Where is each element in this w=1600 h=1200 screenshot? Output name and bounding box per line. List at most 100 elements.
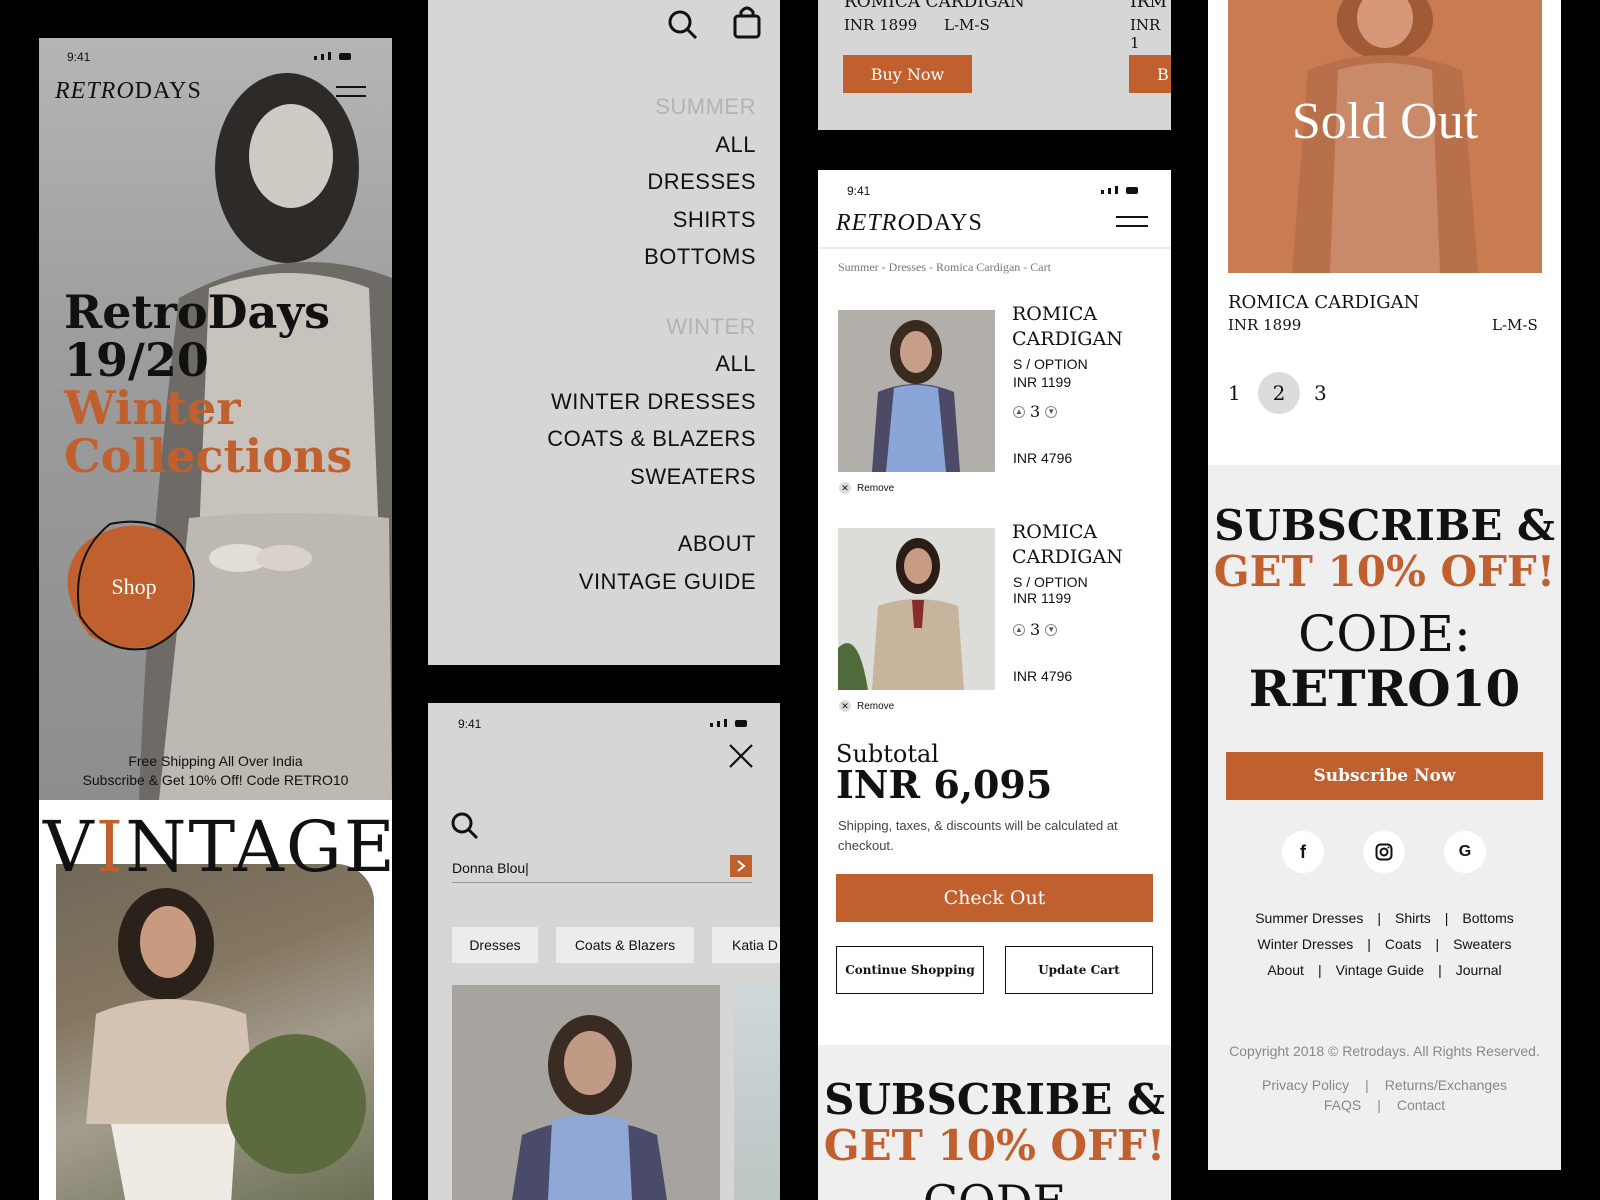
footer-link-coats[interactable]: Coats [1385,931,1422,957]
status-icons [710,719,747,727]
page-3-button[interactable]: 3 [1314,381,1327,405]
menu-item-about[interactable]: ABOUT [547,525,756,563]
brand-logo[interactable]: RETRODAYS [836,210,983,237]
search-result-photo[interactable] [452,985,720,1200]
footer-link-about[interactable]: About [1267,957,1304,983]
chip-dresses[interactable]: Dresses [452,927,538,963]
product-name-2: IRM [1130,0,1167,12]
buy-now-button[interactable]: Buy Now [843,55,972,93]
product-name: ROMICA CARDIGAN [844,0,1025,12]
footer-link-shirts[interactable]: Shirts [1395,905,1431,931]
search-input[interactable]: Donna Blou| [452,851,752,883]
footer-link-vintage-guide[interactable]: Vintage Guide [1336,957,1424,983]
header-divider [818,247,1171,249]
footer-link-bottoms[interactable]: Bottoms [1462,905,1513,931]
cart-item-photo[interactable] [838,528,995,690]
hamburger-menu-icon[interactable] [1116,216,1148,227]
footer-link-winter-dresses[interactable]: Winter Dresses [1258,931,1354,957]
brand-logo[interactable]: RETRODAYS [55,78,202,105]
cart-item-photo[interactable] [838,310,995,472]
subtotal-value: INR 6,095 [836,762,1053,807]
product-price-2: INR 1 [1130,16,1161,52]
shop-button[interactable]: Shop [65,516,203,656]
menu-item-bottoms[interactable]: BOTTOMS [547,238,756,276]
remove-button[interactable]: ✕ Remove [839,700,894,712]
footer-link-journal[interactable]: Journal [1456,957,1502,983]
google-icon[interactable]: G [1444,831,1486,873]
subscribe-section: SUBSCRIBE & GET 10% OFF! CODE: RETRO10 S… [1208,465,1561,1170]
menu-item-winter-dresses[interactable]: WINTER DRESSES [547,383,756,421]
cart-item-title: ROMICA CARDIGAN [1012,521,1123,568]
promo-code-label: CODE: [1298,605,1471,663]
subscribe-heading: SUBSCRIBE & [824,1075,1165,1124]
instagram-icon[interactable] [1363,831,1405,873]
cart-item-option: S / OPTION [1013,356,1088,372]
chevron-down-icon[interactable]: ▼ [1045,623,1058,636]
bag-icon[interactable] [732,4,762,45]
cart-item-option: S / OPTION [1013,574,1088,590]
menu-item-vintage-guide[interactable]: VINTAGE GUIDE [547,563,756,601]
promo-banner: Free Shipping All Over India Subscribe &… [82,753,349,788]
product-sizes: L-M-S [1492,316,1538,334]
sold-out-product-photo[interactable]: Sold Out [1228,0,1542,273]
faqs-link[interactable]: FAQS [1324,1095,1361,1115]
legal-links: Privacy Policy | Returns/Exchanges FAQS | … [1262,1075,1507,1115]
listing-screen: ROMICA CARDIGAN INR 1899 L-M-S IRM INR 1… [818,0,1171,130]
facebook-icon[interactable]: f [1282,831,1324,873]
footer-link-summer-dresses[interactable]: Summer Dresses [1255,905,1363,931]
menu-item-coats-blazers[interactable]: COATS & BLAZERS [547,420,756,458]
chip-coats-blazers[interactable]: Coats & Blazers [556,927,694,963]
cart-item-total: INR 4796 [1013,450,1073,466]
subscribe-section: SUBSCRIBE & GET 10% OFF! CODE [818,1045,1171,1200]
hamburger-menu-icon[interactable] [336,86,366,97]
chevron-up-icon[interactable]: ▲ [1013,623,1025,636]
contact-link[interactable]: Contact [1397,1095,1445,1115]
home-screen: 9:41 RETRODAYS RetroDays 19/20 Winter Co… [39,38,392,1200]
pagination: 1 2 3 [1228,372,1327,414]
subscribe-button[interactable]: Subscribe Now [1226,752,1543,800]
cart-item-price: INR 1199 [1013,590,1072,606]
footer-links: Summer Dresses | Shirts | Bottoms Winter D… [1208,905,1561,983]
cart-screen: 9:41 RETRODAYS Summer - Dresses - Romica… [818,170,1171,1200]
page-2-button[interactable]: 2 [1258,372,1300,414]
cart-item-title: ROMICA CARDIGAN [1012,303,1123,350]
menu-heading-summer: SUMMER [655,94,756,119]
remove-button[interactable]: ✕ Remove [839,482,894,494]
returns-link[interactable]: Returns/Exchanges [1385,1075,1507,1095]
promo-code: RETRO10 [1248,659,1521,718]
chip-katia[interactable]: Katia D [712,927,780,963]
copyright: Copyright 2018 © Retrodays. All Rights R… [1229,1043,1540,1059]
quantity-stepper[interactable]: ▲ 3 ▼ [1013,402,1058,421]
subscribe-heading: SUBSCRIBE & [1214,501,1555,550]
menu-item-shirts[interactable]: SHIRTS [547,201,756,239]
checkout-button[interactable]: Check Out [836,874,1153,922]
vintage-photo [56,864,374,1200]
footer-link-sweaters[interactable]: Sweaters [1453,931,1511,957]
product-list-screen: Sold Out ROMICA CARDIGAN INR 1899 L-M-S … [1208,0,1561,1170]
search-result-photo-2[interactable] [734,985,780,1200]
menu-item-sweaters[interactable]: SWEATERS [547,458,756,496]
sold-out-label: Sold Out [1291,93,1479,150]
chevron-up-icon[interactable]: ▲ [1013,405,1025,418]
cart-item-total: INR 4796 [1013,668,1073,684]
menu-heading-winter: WINTER [666,313,756,339]
menu-item-dresses[interactable]: DRESSES [547,163,756,201]
chevron-down-icon[interactable]: ▼ [1045,405,1058,418]
page-1-button[interactable]: 1 [1228,381,1258,405]
menu-list: SUMMER ALL DRESSES SHIRTS BOTTOMS WINTER… [547,88,756,600]
quantity-stepper[interactable]: ▲ 3 ▼ [1013,620,1058,639]
continue-shopping-button[interactable]: Continue Shopping [836,946,984,994]
search-submit-button[interactable] [730,855,752,877]
privacy-policy-link[interactable]: Privacy Policy [1262,1075,1349,1095]
search-icon[interactable] [666,8,700,47]
buy-now-button-2[interactable]: B [1129,55,1171,93]
checkout-note: Shipping, taxes, & discounts will be cal… [838,818,1118,853]
status-time: 9:41 [847,184,871,198]
menu-item-summer-all[interactable]: ALL [547,126,756,164]
menu-item-winter-all[interactable]: ALL [547,345,756,383]
subscribe-code: CODE [818,1175,1171,1200]
status-time: 9:41 [458,717,482,731]
update-cart-button[interactable]: Update Cart [1005,946,1153,994]
close-icon[interactable] [728,743,754,774]
subscribe-offer: GET 10% OFF! [1213,547,1556,596]
